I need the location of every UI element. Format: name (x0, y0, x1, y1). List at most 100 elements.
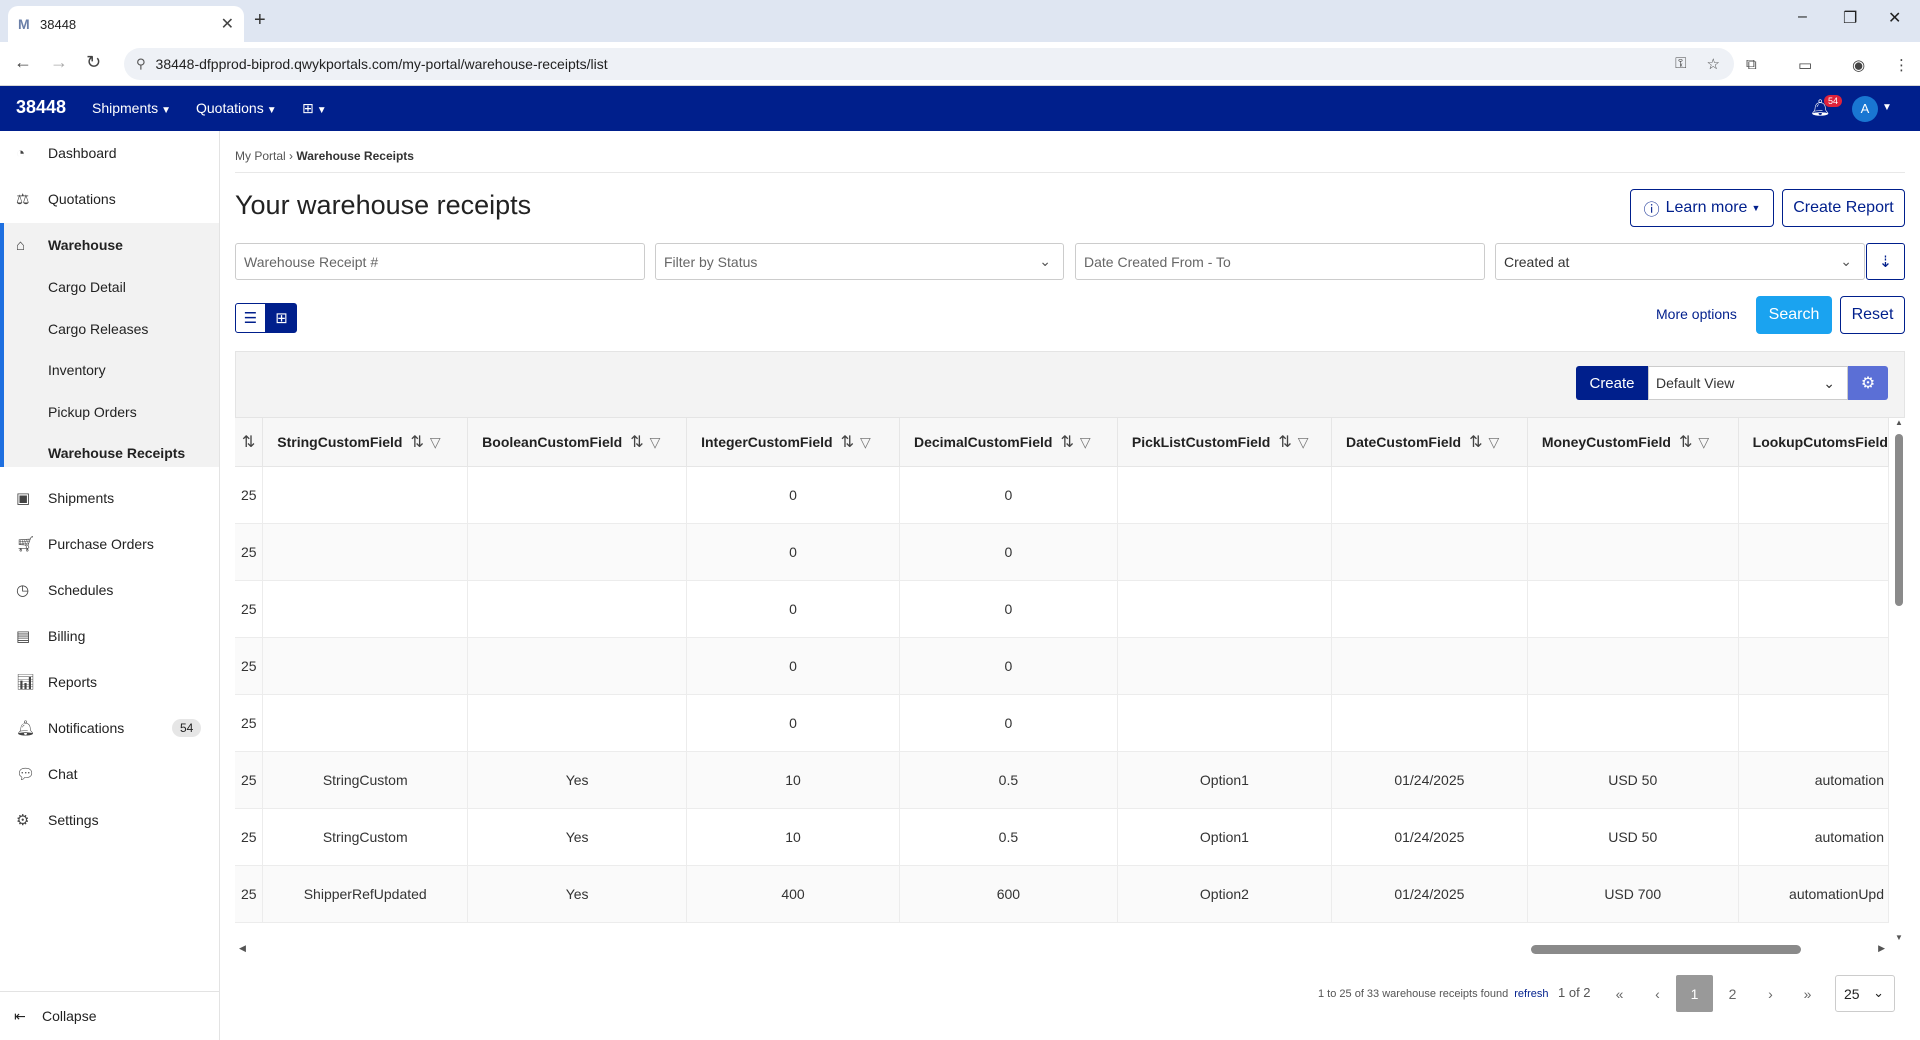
site-info-icon[interactable]: ⚲ (136, 56, 146, 72)
breadcrumb-root[interactable]: My Portal (235, 149, 286, 163)
scroll-down-icon[interactable]: ▼ (1895, 933, 1903, 942)
vertical-scrollbar[interactable]: ▲ ▼ (1893, 418, 1905, 942)
sidebar-sub-cargo-releases[interactable]: Cargo Releases (48, 321, 148, 337)
table-row[interactable]: 25 0 0 (235, 580, 1889, 638)
column-header[interactable]: MoneyCustomField ⇅ ▽ (1527, 418, 1739, 467)
filter-icon[interactable]: ▽ (430, 434, 441, 450)
sort-icon[interactable]: ⇅ (1679, 434, 1692, 451)
filter-icon[interactable]: ▽ (860, 434, 871, 450)
sidebar-item-reports[interactable]: 📊︎ Reports (0, 660, 219, 704)
list-view-toggle[interactable]: ☰ (235, 303, 266, 333)
sidebar-sub-cargo-detail[interactable]: Cargo Detail (48, 279, 126, 295)
next-page-icon[interactable]: › (1752, 975, 1789, 1012)
last-page-icon[interactable]: » (1789, 975, 1826, 1012)
table-row[interactable]: 25 0 0 (235, 637, 1889, 695)
sort-direction-button[interactable]: ⇣ (1866, 243, 1905, 280)
table-row[interactable]: 25 0 0 (235, 466, 1889, 524)
filter-icon[interactable]: ▽ (1298, 434, 1309, 450)
sidebar-item-shipments[interactable]: ▣ Shipments (0, 476, 219, 520)
extensions-icon[interactable]: ⧉ (1746, 56, 1757, 73)
browser-tab[interactable]: M 38448 ✕ (8, 6, 244, 42)
table-row[interactable]: 25 0 0 (235, 694, 1889, 752)
sort-icon[interactable]: ⇅ (411, 434, 424, 451)
horizontal-scroll-thumb[interactable] (1531, 945, 1801, 954)
sidebar-sub-inventory[interactable]: Inventory (48, 362, 106, 378)
sidebar-item-dashboard[interactable]: ◔ Dashboard (0, 131, 219, 175)
filter-icon[interactable]: ▽ (1488, 434, 1499, 450)
back-icon[interactable]: ← (14, 52, 32, 73)
filter-icon[interactable]: ▽ (650, 434, 661, 450)
sidebar-item-billing[interactable]: ▤ Billing (0, 614, 219, 658)
new-tab-icon[interactable]: + (254, 9, 266, 32)
sidebar-item-purchase-orders[interactable]: 🛒︎ Purchase Orders (0, 522, 219, 566)
sidebar-item-chat[interactable]: 💬︎ Chat (0, 752, 219, 796)
table-row[interactable]: 25 ShipperRefUpdated Yes 400 600 Option2 01/24… (235, 865, 1889, 923)
sidebar-item-notifications[interactable]: 🔔︎ Notifications 54 (0, 706, 219, 750)
filter-icon[interactable]: ▽ (1080, 434, 1091, 450)
column-header[interactable]: StringCustomField ⇅ ▽ (262, 418, 469, 467)
grid-settings-button[interactable]: ⚙ (1848, 366, 1888, 400)
learn-more-button[interactable]: ⓘ Learn more ▼ (1630, 189, 1774, 227)
tab-search-icon[interactable]: ▭ (1798, 56, 1812, 74)
forward-icon[interactable]: → (50, 52, 68, 73)
view-select[interactable]: Default View ⌄ (1648, 366, 1848, 400)
avatar[interactable]: A (1852, 96, 1878, 122)
column-header[interactable]: BooleanCustomField ⇅ ▽ (467, 418, 688, 467)
sort-icon[interactable]: ⇅ (1469, 434, 1482, 451)
collapse-button[interactable]: ⇤ Collapse (0, 991, 219, 1040)
search-button[interactable]: Search (1756, 296, 1832, 334)
horizontal-scrollbar[interactable]: ◀ ▶ (235, 942, 1889, 956)
scroll-left-icon[interactable]: ◀ (239, 943, 246, 954)
grid-view-toggle[interactable]: ⊞ (266, 303, 297, 333)
page-button[interactable]: 2 (1714, 975, 1751, 1012)
sort-icon[interactable]: ⇅ (1060, 434, 1073, 451)
column-header[interactable]: DateCustomField ⇅ ▽ (1331, 418, 1528, 467)
column-header-partial[interactable]: ⇅ (235, 418, 264, 467)
restore-icon[interactable]: ❐ (1843, 8, 1857, 28)
sidebar-item-schedules[interactable]: ◷ Schedules (0, 568, 219, 612)
brand-name[interactable]: 38448 (16, 97, 66, 118)
sort-icon[interactable]: ⇅ (630, 434, 643, 451)
create-view-button[interactable]: Create (1576, 366, 1648, 400)
browser-menu-icon[interactable]: ⋮ (1894, 56, 1909, 74)
page-button-current[interactable]: 1 (1676, 975, 1713, 1012)
filter-icon[interactable]: ▽ (1698, 434, 1709, 450)
column-header[interactable]: DecimalCustomField ⇅ ▽ (899, 418, 1118, 467)
sidebar-sub-warehouse-receipts[interactable]: Warehouse Receipts (48, 445, 185, 461)
create-report-button[interactable]: Create Report (1782, 189, 1905, 227)
sort-icon[interactable]: ⇅ (841, 434, 854, 451)
key-icon[interactable]: ⚿ (1675, 55, 1686, 73)
table-row[interactable]: 25 0 0 (235, 523, 1889, 581)
quotations-menu[interactable]: Quotations ▼ (196, 100, 277, 116)
vertical-scroll-thumb[interactable] (1895, 434, 1903, 606)
column-header[interactable]: LookupCutomsField (1738, 418, 1889, 467)
first-page-icon[interactable]: « (1601, 975, 1638, 1012)
prev-page-icon[interactable]: ‹ (1639, 975, 1676, 1012)
scroll-right-icon[interactable]: ▶ (1878, 943, 1885, 954)
status-filter-select[interactable]: Filter by Status ⌄ (655, 243, 1064, 280)
sort-field-select[interactable]: Created at ⌄ (1495, 243, 1865, 280)
reload-icon[interactable]: ↻ (86, 52, 101, 73)
more-options-link[interactable]: More options (1656, 306, 1737, 322)
profile-icon[interactable]: ◉ (1852, 56, 1865, 74)
window-close-icon[interactable]: ✕ (1888, 8, 1901, 28)
sidebar-item-warehouse[interactable]: ⌂ Warehouse (0, 223, 219, 267)
sidebar-item-settings[interactable]: ⚙ Settings (0, 798, 219, 842)
quick-add-menu[interactable]: ⊞ ▼ (302, 100, 327, 117)
sort-icon[interactable]: ⇅ (242, 434, 255, 451)
column-header[interactable]: PickListCustomField ⇅ ▽ (1117, 418, 1332, 467)
warehouse-receipt-input[interactable]: Warehouse Receipt # (235, 243, 645, 280)
page-size-select[interactable]: 25 ⌄ (1835, 975, 1895, 1012)
sidebar-item-quotations[interactable]: ⚖ Quotations (0, 177, 219, 221)
chevron-down-icon[interactable]: ▼ (1882, 102, 1892, 113)
table-row[interactable]: 25 StringCustom Yes 10 0.5 Option1 01/24/2025 U… (235, 808, 1889, 866)
tab-close-icon[interactable]: ✕ (221, 14, 234, 34)
minimize-icon[interactable]: – (1798, 8, 1807, 26)
address-bar[interactable]: ⚲ 38448-dfpprod-biprod.qwykportals.com/m… (124, 48, 1734, 80)
reset-button[interactable]: Reset (1840, 296, 1905, 334)
sort-icon[interactable]: ⇅ (1278, 434, 1291, 451)
scroll-up-icon[interactable]: ▲ (1895, 418, 1903, 427)
table-row[interactable]: 25 StringCustom Yes 10 0.5 Option1 01/24/2025 U… (235, 751, 1889, 809)
date-range-input[interactable]: Date Created From - To (1075, 243, 1485, 280)
column-header[interactable]: IntegerCustomField ⇅ ▽ (686, 418, 900, 467)
